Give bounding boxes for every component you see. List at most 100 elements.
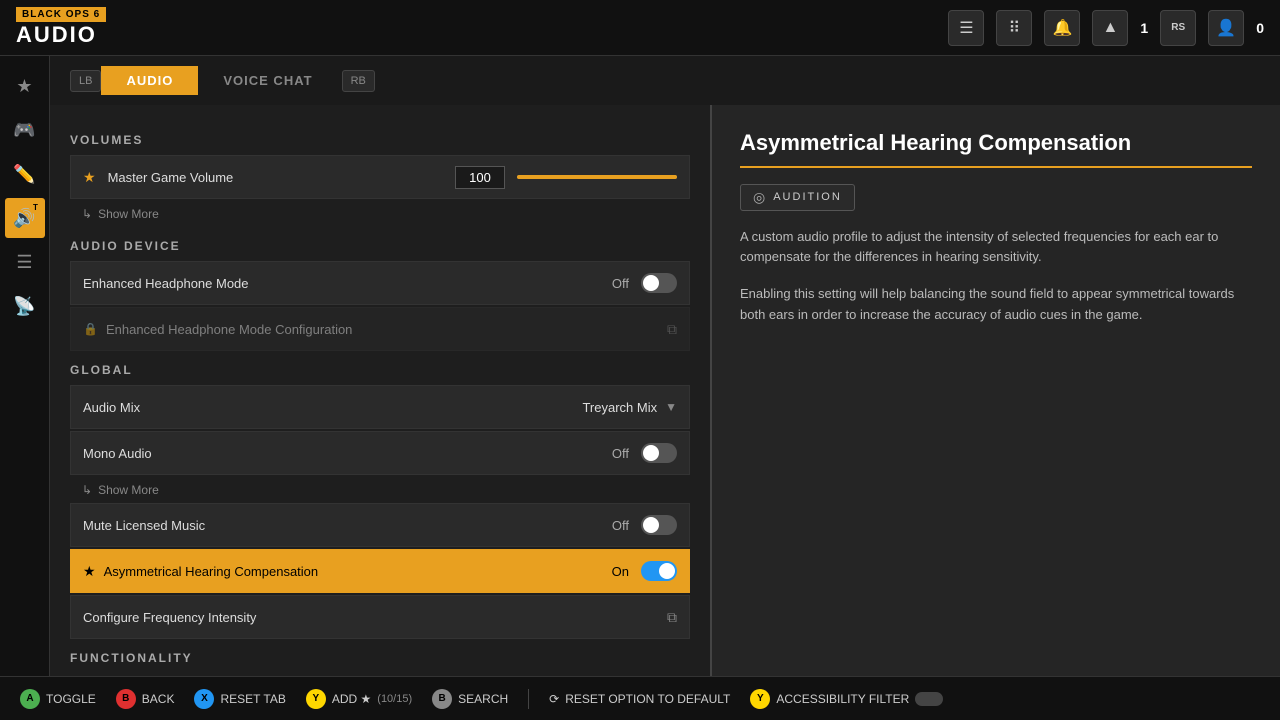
indent-icon-2: ↳ (82, 483, 92, 497)
a-button-icon: A (20, 689, 40, 709)
audition-badge: ◎ AUDITION (740, 184, 855, 211)
master-volume-star: ★ (83, 169, 96, 186)
bottom-separator (528, 689, 529, 709)
chevron-down-icon: ▼ (665, 400, 677, 414)
menu-icon-btn[interactable]: ☰ (948, 10, 984, 46)
back-label: BACK (142, 692, 175, 706)
configure-frequency-row[interactable]: Configure Frequency Intensity ⧉ (70, 595, 690, 639)
enhanced-headphone-mode-row[interactable]: Enhanced Headphone Mode Off (70, 261, 690, 305)
notification-icon-btn[interactable]: 🔔 (1044, 10, 1080, 46)
mute-music-label: Mute Licensed Music (83, 518, 612, 533)
enhanced-headphone-config-row[interactable]: 🔒 Enhanced Headphone Mode Configuration … (70, 307, 690, 351)
asymmetrical-label: ★ Asymmetrical Hearing Compensation (83, 563, 612, 580)
reset-tab-label: RESET TAB (220, 692, 285, 706)
volumes-show-more[interactable]: ↳ Show More (70, 201, 690, 227)
lock-icon: 🔒 (83, 322, 98, 336)
mute-licensed-music-row[interactable]: Mute Licensed Music Off (70, 503, 690, 547)
reset-option-label: RESET OPTION TO DEFAULT (565, 692, 730, 706)
accessibility-label: ACCESSIBILITY FILTER (776, 692, 909, 706)
freq-external-icon: ⧉ (667, 609, 677, 626)
section-title: AUDIO (16, 22, 106, 48)
back-button[interactable]: B BACK (116, 689, 175, 709)
mono-audio-toggle[interactable] (641, 443, 677, 463)
search-button[interactable]: B SEARCH (432, 689, 508, 709)
sidebar-item-list[interactable]: ☰ (5, 242, 45, 282)
grid-icon-btn[interactable]: ⠿ (996, 10, 1032, 46)
sidebar-item-controller[interactable]: 🎮 (5, 110, 45, 150)
tab-audio[interactable]: AUDIO (101, 66, 198, 95)
master-volume-value: 100 (455, 166, 505, 189)
stars-count: (10/15) (377, 693, 412, 705)
audio-device-section-title: AUDIO DEVICE (70, 239, 690, 253)
split-view: VOLUMES ★ Master Game Volume 100 ↳ Show … (50, 105, 1280, 676)
audio-badge: T (29, 200, 43, 214)
add-label: ADD ★ (332, 692, 371, 706)
accessibility-toggle[interactable] (915, 692, 943, 706)
mono-audio-row[interactable]: Mono Audio Off (70, 431, 690, 475)
notification-count: 1 (1140, 20, 1148, 36)
settings-panel: VOLUMES ★ Master Game Volume 100 ↳ Show … (50, 105, 710, 676)
mute-music-value: Off (612, 518, 629, 533)
audition-icon: ◎ (753, 189, 767, 206)
detail-panel: Asymmetrical Hearing Compensation ◎ AUDI… (710, 105, 1280, 676)
enhanced-headphone-value: Off (612, 276, 629, 291)
sidebar-item-favorites[interactable]: ★ (5, 66, 45, 106)
right-trigger: RB (342, 70, 375, 92)
rs-icon-btn[interactable]: RS (1160, 10, 1196, 46)
config-external-icon: ⧉ (667, 321, 677, 338)
game-title: BLACK OPS 6 (16, 7, 106, 22)
y-button-icon-add: Y (306, 689, 326, 709)
master-volume-fill (517, 175, 677, 179)
enhanced-headphone-config-label: 🔒 Enhanced Headphone Mode Configuration (83, 322, 667, 337)
profile-icon-btn[interactable]: 👤 (1208, 10, 1244, 46)
mute-music-toggle[interactable] (641, 515, 677, 535)
b-button-icon: B (116, 689, 136, 709)
y-button-icon-access: Y (750, 689, 770, 709)
master-volume-slider[interactable] (517, 175, 677, 179)
sidebar-item-edit[interactable]: ✏️ (5, 154, 45, 194)
configure-freq-label: Configure Frequency Intensity (83, 610, 667, 625)
audio-mix-row[interactable]: Audio Mix Treyarch Mix ▼ (70, 385, 690, 429)
toggle-label: TOGGLE (46, 692, 96, 706)
functionality-section-title: FUNCTIONALITY (70, 651, 690, 665)
mono-audio-label: Mono Audio (83, 446, 612, 461)
master-volume-row[interactable]: ★ Master Game Volume 100 (70, 155, 690, 199)
audio-mix-label: Audio Mix (83, 400, 582, 415)
main-layout: ★ 🎮 ✏️ 🔊 T ☰ 📡 LB AUDIO VOICE CHAT RB VO… (0, 56, 1280, 676)
global-show-more[interactable]: ↳ Show More (70, 477, 690, 503)
bottom-bar: A TOGGLE B BACK X RESET TAB Y ADD ★ (10/… (0, 676, 1280, 720)
accessibility-filter-button[interactable]: Y ACCESSIBILITY FILTER (750, 689, 943, 709)
left-trigger: LB (70, 70, 101, 92)
top-bar: BLACK OPS 6 AUDIO ☰ ⠿ 🔔 ▲ 1 RS 👤 0 (0, 0, 1280, 56)
search-label: SEARCH (458, 692, 508, 706)
sidebar-item-audio[interactable]: 🔊 T (5, 198, 45, 238)
audio-mix-dropdown[interactable]: Treyarch Mix ▼ (582, 400, 677, 415)
x-button-icon: X (194, 689, 214, 709)
detail-description-1: A custom audio profile to adjust the int… (740, 227, 1252, 269)
top-icons: ☰ ⠿ 🔔 ▲ 1 RS 👤 0 (948, 10, 1264, 46)
detail-title: Asymmetrical Hearing Compensation (740, 129, 1252, 168)
reset-tab-button[interactable]: X RESET TAB (194, 689, 285, 709)
reset-option-icon: ⟳ (549, 692, 559, 706)
detail-description-2: Enabling this setting will help balancin… (740, 284, 1252, 326)
toggle-button[interactable]: A TOGGLE (20, 689, 96, 709)
asymmetrical-toggle[interactable] (641, 561, 677, 581)
rb-search-icon: B (432, 689, 452, 709)
volumes-section-title: VOLUMES (70, 133, 690, 147)
shield-icon-btn[interactable]: ▲ (1092, 10, 1128, 46)
add-star-button[interactable]: Y ADD ★ (10/15) (306, 689, 412, 709)
reset-option-button[interactable]: ⟳ RESET OPTION TO DEFAULT (549, 692, 730, 706)
enhanced-headphone-label: Enhanced Headphone Mode (83, 276, 612, 291)
tab-voice-chat[interactable]: VOICE CHAT (198, 66, 337, 95)
user-count: 0 (1256, 20, 1264, 36)
logo-area: BLACK OPS 6 AUDIO (16, 7, 106, 48)
asymmetrical-value: On (612, 564, 629, 579)
asymmetrical-star: ★ (83, 563, 96, 580)
indent-icon: ↳ (82, 207, 92, 221)
sidebar-item-network[interactable]: 📡 (5, 286, 45, 326)
mono-audio-value: Off (612, 446, 629, 461)
asymmetrical-hearing-row[interactable]: ★ Asymmetrical Hearing Compensation On (70, 549, 690, 593)
global-section-title: GLOBAL (70, 363, 690, 377)
enhanced-headphone-toggle[interactable] (641, 273, 677, 293)
content-area: LB AUDIO VOICE CHAT RB VOLUMES ★ Master … (50, 56, 1280, 676)
